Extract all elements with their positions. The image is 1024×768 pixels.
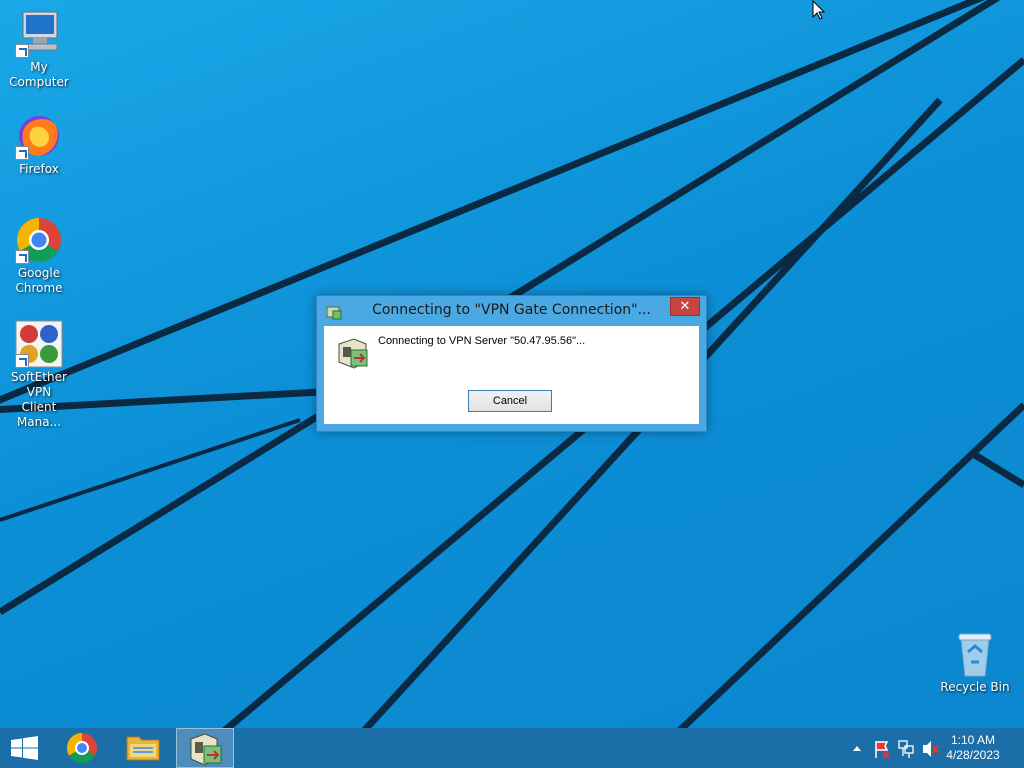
shortcut-arrow-icon (15, 146, 29, 160)
taskbar-softether-button[interactable] (176, 728, 234, 768)
action-center-flag-icon[interactable] (872, 728, 892, 768)
desktop-icon-firefox[interactable]: Firefox (0, 112, 78, 177)
taskbar-file-explorer-button[interactable] (114, 728, 172, 768)
dialog-message: Connecting to VPN Server "50.47.95.56"..… (378, 335, 586, 347)
desktop-icon-google-chrome[interactable]: Google Chrome (0, 216, 78, 296)
dialog-titlebar[interactable]: Connecting to "VPN Gate Connection"... ✕ (317, 296, 706, 326)
taskbar: 1:10 AM 4/28/2023 (0, 728, 1024, 768)
network-icon[interactable] (896, 728, 916, 768)
dialog-client-area: Connecting to VPN Server "50.47.95.56"..… (324, 326, 699, 424)
desktop-icon-recycle-bin[interactable]: Recycle Bin (936, 630, 1014, 695)
show-hidden-icons-icon[interactable] (850, 728, 864, 768)
desktop: My Computer Firefox Google Chrome SoftEt… (0, 0, 1024, 768)
desktop-icon-label: Client Mana... (16, 400, 62, 429)
desktop-icon-label: SoftEther VPN (11, 370, 67, 399)
connecting-dialog: Connecting to "VPN Gate Connection"... ✕… (316, 295, 707, 432)
clock-time: 1:10 AM (950, 733, 996, 747)
desktop-icon-label: Recycle Bin (940, 680, 1010, 694)
windows-start-icon (11, 736, 38, 760)
clock-date: 4/28/2023 (946, 748, 1000, 762)
desktop-icon-label: My Computer (9, 60, 69, 89)
volume-muted-icon[interactable] (920, 728, 940, 768)
cancel-button[interactable]: Cancel (468, 390, 552, 412)
taskbar-chrome-button[interactable] (53, 728, 111, 768)
desktop-icon-label: Google (17, 266, 61, 280)
desktop-icon-softether-vpn[interactable]: SoftEther VPN Client Mana... (0, 320, 78, 430)
shortcut-arrow-icon (15, 250, 29, 264)
mouse-cursor-icon (812, 0, 826, 20)
taskbar-clock[interactable]: 1:10 AM 4/28/2023 (938, 733, 1008, 763)
close-button[interactable]: ✕ (670, 297, 700, 316)
chrome-icon (66, 733, 97, 764)
start-button[interactable] (0, 728, 58, 768)
shortcut-arrow-icon (15, 44, 29, 58)
dialog-title: Connecting to "VPN Gate Connection"... (372, 302, 651, 318)
vpn-connecting-icon (338, 338, 368, 369)
file-explorer-icon (126, 736, 160, 761)
desktop-icon-my-computer[interactable]: My Computer (0, 10, 78, 90)
desktop-icon-label: Firefox (19, 162, 59, 176)
softether-icon (190, 733, 222, 766)
recycle-bin-icon (958, 633, 992, 677)
shortcut-arrow-icon (15, 354, 29, 368)
desktop-icon-label: Chrome (15, 281, 63, 295)
